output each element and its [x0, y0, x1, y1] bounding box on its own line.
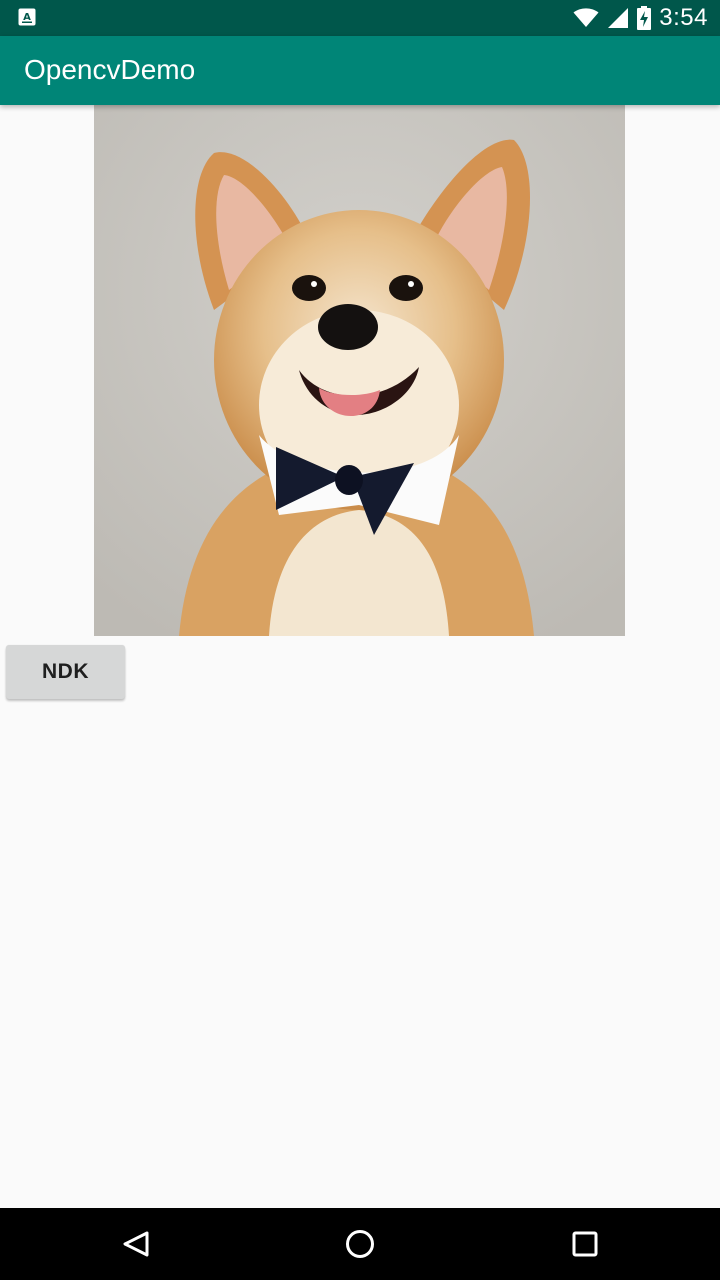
battery-charging-icon [637, 6, 652, 30]
main-content: NDK [0, 105, 720, 1208]
recents-icon [572, 1231, 598, 1257]
wifi-icon [573, 8, 599, 27]
back-button[interactable] [112, 1220, 160, 1268]
home-icon [346, 1230, 374, 1258]
app-bar: OpencvDemo [0, 36, 720, 105]
notification-area: A [18, 8, 36, 31]
navigation-bar [0, 1208, 720, 1280]
app-title: OpencvDemo [24, 54, 196, 85]
svg-text:A: A [23, 12, 31, 23]
back-icon [123, 1231, 149, 1257]
recents-button[interactable] [561, 1220, 609, 1268]
home-button[interactable] [336, 1220, 384, 1268]
system-icons: 3:54 [573, 0, 708, 36]
status-bar: A 3:54 [0, 0, 720, 36]
clock: 3:54 [659, 4, 708, 31]
app-notification-icon: A [18, 8, 36, 26]
cell-signal-icon [608, 8, 629, 28]
corgi-photo [94, 105, 625, 636]
ndk-button[interactable]: NDK [6, 645, 125, 699]
